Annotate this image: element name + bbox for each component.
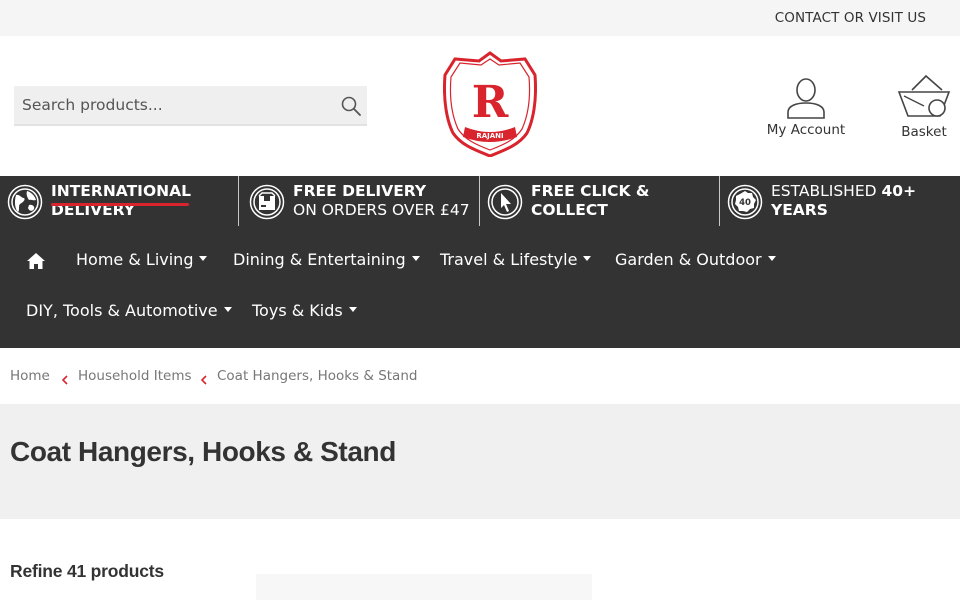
benefit-text: FREE CLICK & COLLECT	[531, 182, 650, 219]
basket-link[interactable]: Basket	[894, 72, 954, 142]
logo-text: RAJANI	[476, 132, 503, 140]
nav-item-home-living[interactable]: Home & Living	[76, 250, 208, 269]
cursor-icon	[487, 184, 523, 220]
page-title: Coat Hangers, Hooks & Stand	[10, 436, 396, 467]
chevron-down-icon	[199, 256, 208, 261]
breadcrumb-home[interactable]: Home	[10, 368, 50, 384]
chevron-down-icon	[411, 256, 420, 261]
my-account-label: My Account	[766, 122, 846, 138]
chevron-left-icon	[200, 370, 207, 385]
divider	[238, 176, 239, 226]
breadcrumb-household-items[interactable]: Household Items	[78, 368, 192, 384]
my-account-link[interactable]: My Account	[764, 76, 848, 142]
search-icon[interactable]	[340, 95, 362, 117]
chevron-down-icon	[348, 307, 357, 312]
benefit-text: FREE DELIVERY ON ORDERS OVER £47	[293, 182, 470, 219]
basket-icon	[897, 74, 951, 117]
divider	[719, 176, 720, 226]
loading-placeholder	[256, 574, 592, 600]
benefit-text: ESTABLISHED 40+ YEARS	[771, 182, 917, 219]
active-underline	[51, 203, 189, 206]
benefits-bar: INTERNATIONAL DELIVERY FREE DELIVERY ON …	[0, 176, 960, 228]
search-input[interactable]	[14, 86, 324, 124]
nav-item-dining-entertaining[interactable]: Dining & Entertaining	[233, 250, 420, 269]
benefit-text: INTERNATIONAL DELIVERY	[51, 182, 191, 219]
nav-item-garden-outdoor[interactable]: Garden & Outdoor	[615, 250, 776, 269]
globe-icon	[7, 184, 43, 220]
top-bar: CONTACT OR VISIT US	[0, 0, 960, 36]
chevron-down-icon	[767, 256, 776, 261]
breadcrumb-current: Coat Hangers, Hooks & Stand	[217, 368, 418, 384]
home-icon[interactable]	[26, 252, 46, 270]
main-nav: Home & Living Dining & Entertaining Trav…	[0, 228, 960, 348]
page-title-band: Coat Hangers, Hooks & Stand	[0, 404, 960, 519]
svg-text:40: 40	[739, 198, 751, 208]
benefit-click-collect[interactable]: FREE CLICK & COLLECT	[487, 176, 717, 226]
nav-item-toys-kids[interactable]: Toys & Kids	[252, 301, 357, 320]
user-icon	[787, 78, 825, 119]
site-header: R RAJANI My Account Basket	[0, 36, 960, 176]
nav-item-travel-lifestyle[interactable]: Travel & Lifestyle	[440, 250, 592, 269]
svg-text:R: R	[472, 77, 509, 128]
breadcrumb: Home Household Items Coat Hangers, Hooks…	[0, 348, 960, 404]
benefit-established[interactable]: 40 ESTABLISHED 40+ YEARS	[727, 176, 959, 226]
badge-40-icon: 40	[727, 184, 763, 220]
search-box	[14, 86, 367, 126]
nav-item-diy-tools-automotive[interactable]: DIY, Tools & Automotive	[26, 301, 232, 320]
chevron-down-icon	[223, 307, 232, 312]
refine-heading: Refine 41 products	[10, 561, 164, 581]
basket-label: Basket	[901, 124, 947, 140]
divider	[479, 176, 480, 226]
site-logo[interactable]: R RAJANI	[443, 51, 537, 158]
chevron-left-icon	[61, 370, 68, 385]
benefit-international-delivery[interactable]: INTERNATIONAL DELIVERY	[7, 176, 237, 226]
benefit-free-delivery[interactable]: FREE DELIVERY ON ORDERS OVER £47	[249, 176, 479, 226]
chevron-down-icon	[583, 256, 592, 261]
contact-link[interactable]: CONTACT OR VISIT US	[775, 10, 926, 26]
box-icon	[249, 184, 285, 220]
